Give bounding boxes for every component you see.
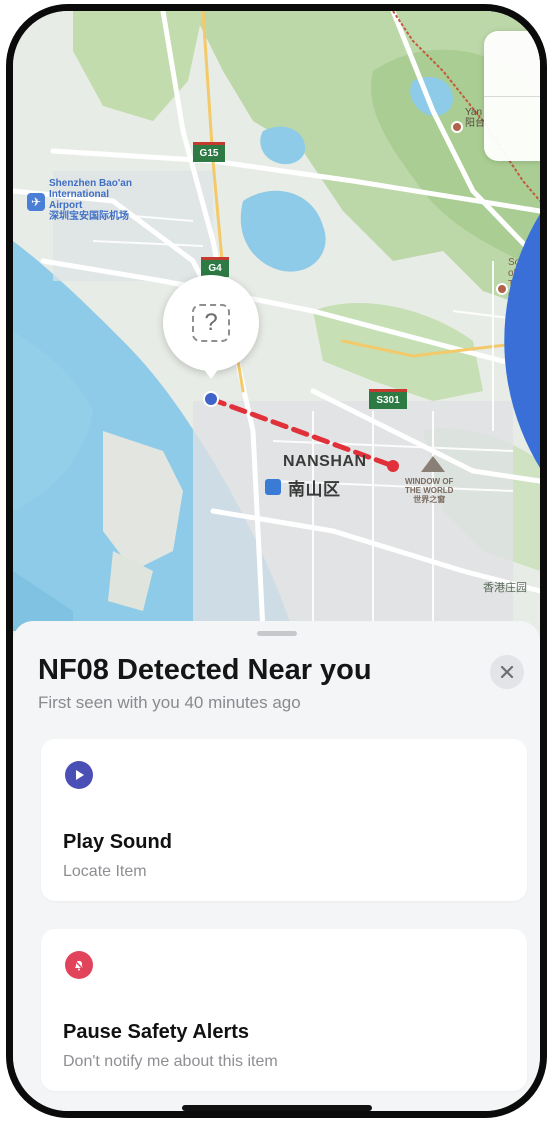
location-arrow-icon — [527, 299, 540, 339]
airport-icon: ✈ — [27, 193, 45, 211]
sheet-grabber[interactable] — [256, 631, 297, 636]
pause-alerts-title: Pause Safety Alerts — [63, 1021, 250, 1043]
location-button[interactable] — [484, 95, 540, 339]
phone-frame: G15 G4 S301 ✈ Shenzhen Bao'an Internatio… — [6, 4, 547, 1118]
pause-alerts-subtitle: Don't notify me about this item — [63, 1053, 278, 1070]
pause-alerts-card[interactable]: Pause Safety Alerts Don't notify me abou… — [41, 929, 527, 1091]
marker-pointer — [199, 363, 223, 379]
district-label-en: NANSHAN — [283, 453, 367, 470]
landmark-icon — [421, 456, 445, 472]
road-shield-s301: S301 — [369, 389, 407, 409]
east-poi-label: Yan 阳台 — [465, 107, 485, 129]
window-of-world-label: WINDOW OF THE WORLD 世界之窗 — [405, 477, 454, 504]
play-icon — [65, 761, 93, 789]
sheet-title: NF08 Detected Near you — [38, 654, 372, 686]
bell-slash-icon — [65, 951, 93, 979]
close-button[interactable] — [490, 655, 524, 689]
home-indicator[interactable] — [181, 1105, 372, 1111]
metro-icon — [265, 479, 281, 495]
close-icon — [500, 665, 514, 679]
detail-sheet: NF08 Detected Near you First seen with y… — [13, 621, 540, 1111]
unknown-item-marker[interactable]: ? — [163, 275, 259, 371]
road-shield-g4: G4 — [201, 257, 229, 277]
road-shield-g15: G15 — [193, 142, 225, 162]
map-controls — [484, 31, 540, 468]
play-sound-subtitle: Locate Item — [63, 863, 147, 880]
sheet-subtitle: First seen with you 40 minutes ago — [38, 693, 301, 712]
play-sound-title: Play Sound — [63, 831, 172, 853]
map-view[interactable]: G15 G4 S301 ✈ Shenzhen Bao'an Internatio… — [13, 11, 540, 631]
airport-label: Shenzhen Bao'an International Airport 深圳… — [49, 178, 132, 222]
district-label-cn: 南山区 — [288, 480, 341, 499]
map-canvas — [13, 11, 540, 631]
play-sound-card[interactable]: Play Sound Locate Item — [41, 739, 527, 901]
poi-pin-icon — [451, 121, 463, 133]
question-mark-icon: ? — [192, 304, 230, 342]
